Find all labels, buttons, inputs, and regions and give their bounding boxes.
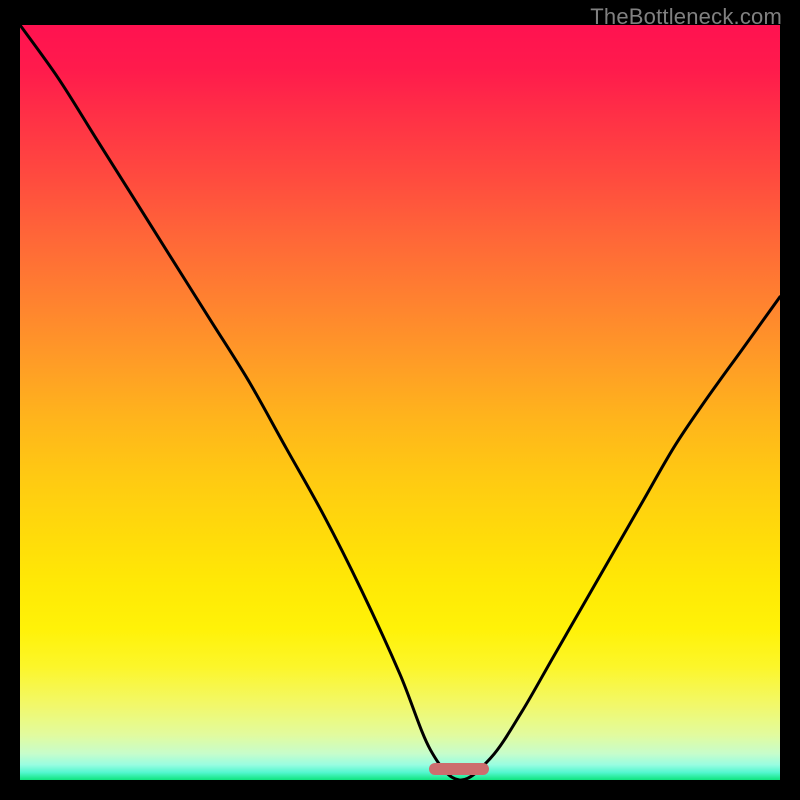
chart-frame: TheBottleneck.com bbox=[0, 0, 800, 800]
plot-area bbox=[20, 25, 780, 780]
curve-path bbox=[20, 25, 780, 780]
bottleneck-curve bbox=[20, 25, 780, 780]
optimal-point-marker bbox=[429, 763, 489, 775]
watermark-text: TheBottleneck.com bbox=[590, 4, 782, 30]
